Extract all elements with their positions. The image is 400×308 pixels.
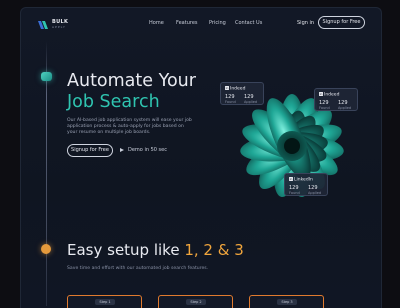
stat-card-linkedin: in LinkedIn 129 Found 129 Applied — [284, 173, 328, 196]
board-logo-icon: in — [319, 92, 323, 96]
nav-link-pricing[interactable]: Pricing — [209, 20, 226, 26]
stat-applied-label: Applied — [308, 191, 322, 195]
hero-title-line1: Automate Your — [67, 71, 196, 91]
stat-applied-label: Applied — [244, 100, 258, 104]
hero-description: Our AI-based job application system will… — [67, 118, 207, 136]
board-logo-icon: in — [225, 86, 229, 90]
brand-logo[interactable]: BULK APPLY — [37, 19, 77, 33]
step-card-3[interactable]: Step 3 — [249, 295, 324, 308]
setup-subtitle: Save time and effort with our automated … — [67, 266, 209, 271]
stat-card-board: LinkedIn — [294, 177, 313, 183]
stat-card-board: Indeed — [230, 86, 246, 92]
stat-card-indeed-1: in Indeed 129 Found 129 Applied — [220, 82, 264, 105]
linkedin-icon: in — [289, 177, 293, 181]
hero-signup-button[interactable]: Signup for Free — [67, 144, 113, 157]
nav-link-contact[interactable]: Contact Us — [235, 20, 262, 26]
setup-title-prefix: Easy setup like — [67, 241, 185, 259]
stat-card-indeed-2: in Indeed 129 Found 129 Applied — [314, 88, 358, 111]
stat-found-label: Found — [225, 100, 236, 104]
stat-applied-label: Applied — [338, 106, 352, 110]
timeline-node-orange — [41, 244, 51, 254]
stat-card-header: in LinkedIn — [289, 177, 313, 183]
hero-title-line2: Job Search — [67, 92, 160, 112]
logo-mark-icon — [38, 21, 48, 29]
nav-link-home[interactable]: Home — [149, 20, 164, 26]
stat-card-header: in Indeed — [225, 86, 245, 92]
step-card-2[interactable]: Step 2 — [158, 295, 233, 308]
stat-found-label: Found — [289, 191, 300, 195]
setup-title-accent: 1, 2 & 3 — [184, 241, 244, 259]
demo-label: Demo in 50 sec — [128, 147, 167, 153]
brand-tagline: APPLY — [52, 25, 66, 29]
setup-title: Easy setup like 1, 2 & 3 — [67, 241, 244, 259]
signup-button[interactable]: Signup for Free — [318, 16, 365, 29]
stat-found-label: Found — [319, 106, 330, 110]
page-frame: BULK APPLY Home Features Pricing Contact… — [20, 7, 382, 308]
nav-link-features[interactable]: Features — [176, 20, 198, 26]
stat-card-board: Indeed — [324, 92, 340, 98]
hero-description-line: your resume on multiple job boards. — [67, 130, 151, 135]
step-card-1[interactable]: Step 1 — [67, 295, 142, 308]
sign-in-link[interactable]: Sign in — [297, 20, 314, 26]
top-nav: BULK APPLY Home Features Pricing Contact… — [21, 8, 381, 42]
timeline-node-teal — [41, 72, 52, 81]
play-icon — [120, 148, 124, 152]
stat-card-header: in Indeed — [319, 92, 339, 98]
